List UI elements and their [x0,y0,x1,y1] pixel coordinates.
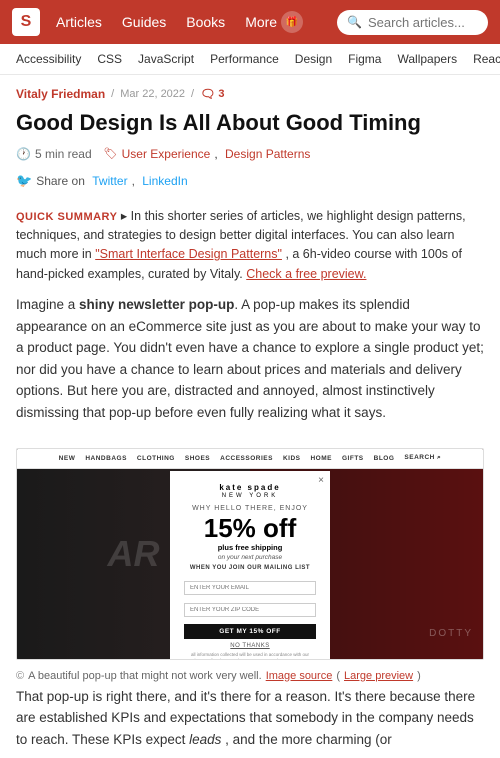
twitter-icon: 🐦 [16,173,32,189]
email-input[interactable] [184,581,316,595]
ks-nav-bar: NEW HANDBAGS CLOTHING SHOES ACCESSORIES … [17,449,483,469]
sec-nav-figma[interactable]: Figma [340,44,389,74]
brand-name: kate spade [184,483,316,492]
popup-mockup-image: NEW HANDBAGS CLOTHING SHOES ACCESSORIES … [16,448,484,660]
get-discount-button[interactable]: GET MY 15% OFF [184,624,316,639]
nav-guides[interactable]: Guides [114,8,174,36]
bottom-text: That pop-up is right there, and it's the… [0,686,500,758]
article-title: Good Design Is All About Good Timing [16,109,484,137]
brand-sub: NEW YORK [184,493,316,499]
no-thanks-link[interactable]: NO THANKS [184,643,316,649]
bottom-paragraph: That pop-up is right there, and it's the… [16,686,484,751]
sec-nav-css[interactable]: CSS [89,44,130,74]
popup-greeting: WHY HELLO THERE, ENJOY [184,505,316,512]
linkedin-share[interactable]: LinkedIn [142,174,187,188]
search-box[interactable]: 🔍 [337,10,488,35]
article-date: Mar 22, 2022 [120,88,185,100]
more-icon: 🎁 [281,11,303,33]
nav-more[interactable]: More 🎁 [237,5,311,39]
sec-nav-performance[interactable]: Performance [202,44,287,74]
fine-print: all information collected will be used i… [184,652,316,659]
sec-nav-javascript[interactable]: JavaScript [130,44,202,74]
comment-icon: 🗨 [200,87,215,101]
ks-popup: × kate spade NEW YORK WHY HELLO THERE, E… [170,471,330,660]
quick-label: Quick Summary [16,211,117,223]
smart-interface-link[interactable]: "Smart Interface Design Patterns" [95,247,282,261]
tag-design-patterns[interactable]: Design Patterns [225,147,310,161]
secondary-navigation: Accessibility CSS JavaScript Performance… [0,44,500,75]
free-preview-link[interactable]: Check a free preview. [246,267,366,281]
tags-line: 🏷 User Experience, Design Patterns [104,147,311,161]
ks-scene: NEW HANDBAGS CLOTHING SHOES ACCESSORIES … [17,449,483,659]
large-preview-link[interactable]: Large preview [344,670,413,682]
search-input[interactable] [368,15,478,30]
sec-nav-accessibility[interactable]: Accessibility [8,44,89,74]
body-paragraph-1: Imagine a shiny newsletter pop-up. A pop… [16,294,484,424]
popup-purchase: on your next purchase [184,554,316,561]
zip-input[interactable] [184,603,316,617]
nav-articles[interactable]: Articles [48,8,110,36]
twitter-share[interactable]: Twitter [92,174,127,188]
article-body: Imagine a shiny newsletter pop-up. A pop… [0,294,500,444]
clock-icon: 🕐 [16,147,31,161]
image-caption: © A beautiful pop-up that might not work… [0,666,500,686]
site-logo[interactable]: S [12,8,40,36]
nav-books[interactable]: Books [178,8,233,36]
read-time: 🕐 5 min read [16,147,92,161]
close-icon[interactable]: × [318,475,324,486]
sec-nav-react[interactable]: React [465,44,500,74]
italic-leads: leads [189,732,221,747]
popup-discount: 15% off [184,514,316,543]
tag-user-experience[interactable]: User Experience [122,147,211,161]
author-link[interactable]: Vitaly Friedman [16,87,105,101]
author-separator: / [111,88,114,100]
author-line: Vitaly Friedman / Mar 22, 2022 / 🗨 3 [16,87,484,101]
popup-shipping: plus free shipping [184,543,316,552]
search-icon: 🔍 [347,15,362,29]
top-navigation: S Articles Guides Books More 🎁 🔍 [0,0,500,44]
image-source-link[interactable]: Image source [266,670,333,682]
share-line: 🐦 Share on Twitter , LinkedIn [16,173,188,189]
copyright-icon: © [16,670,24,682]
sec-nav-design[interactable]: Design [287,44,340,74]
bold-popup: shiny newsletter pop-up [79,297,234,312]
popup-mailing: WHEN YOU JOIN OUR MAILING LIST [184,565,316,571]
article-meta: 🕐 5 min read 🏷 User Experience, Design P… [16,147,484,189]
sec-nav-wallpapers[interactable]: Wallpapers [389,44,465,74]
tag-icon: 🏷 [104,147,118,160]
comment-badge[interactable]: 🗨 3 [200,87,224,101]
quick-summary: Quick Summary ▸ In this shorter series o… [0,207,500,295]
article-header: Vitaly Friedman / Mar 22, 2022 / 🗨 3 Goo… [0,75,500,207]
